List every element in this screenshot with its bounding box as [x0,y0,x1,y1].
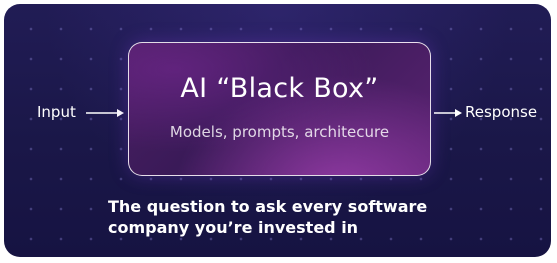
slide-frame: Input AI “Black Box” Models, prompts, ar… [4,4,551,257]
black-box-subtitle: Models, prompts, architecure [169,123,390,141]
caption: The question to ask every software compa… [108,196,488,238]
output-arrow-icon [434,109,462,117]
input-label: Input [37,103,76,121]
caption-line-2: company you’re invested in [108,218,359,237]
response-label: Response [465,103,538,121]
input-arrow-icon [86,109,124,117]
caption-line-1: The question to ask every software [108,197,428,216]
black-box-title: AI “Black Box” [180,73,379,104]
black-box-node: AI “Black Box” Models, prompts, architec… [128,42,431,176]
